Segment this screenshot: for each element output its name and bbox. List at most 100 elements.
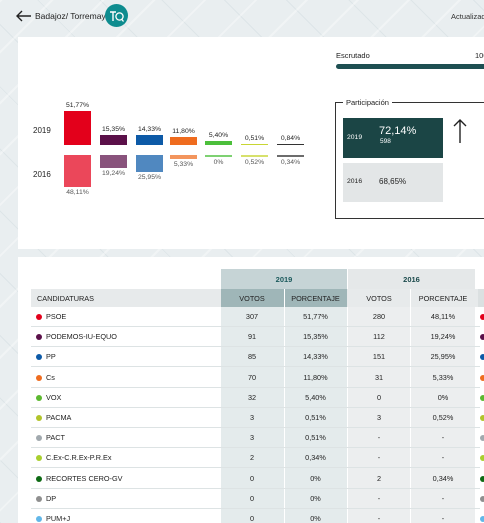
col-candidaturas: CANDIDATURAS: [37, 294, 95, 303]
party-color-dot: [36, 415, 42, 421]
bar-2016: [64, 155, 91, 188]
table-row[interactable]: PP 85 14,33% 151 25,95%: [31, 347, 480, 368]
party-color-dot: [480, 354, 484, 361]
percent-2016: 25,95%: [430, 352, 456, 362]
bar-2019-label: 5,40%: [208, 132, 229, 140]
bar-2019: [277, 143, 304, 145]
participacion-title: Participación: [343, 98, 392, 107]
percent-2016: -: [441, 453, 445, 463]
percent-2019: 0%: [310, 473, 321, 483]
bar-2019: [205, 141, 232, 145]
table-row[interactable]: VOX 32 5,40% 0 0%: [31, 388, 480, 408]
party-color-dot: [480, 394, 484, 401]
party-name: DP: [46, 493, 57, 503]
votes-2019: 2: [249, 453, 255, 463]
col-porcentaje-2019: PORCENTAJE: [291, 294, 340, 303]
bar-2019: [100, 134, 127, 145]
party-name: VOX: [46, 392, 62, 402]
participacion-2019-pct: 72,14%: [379, 125, 417, 137]
party-color-dot: [36, 374, 42, 381]
bar-2019: [64, 111, 91, 145]
party-color-dot: [480, 374, 484, 381]
party-color-dot: [480, 314, 484, 320]
party-name: C.Ex-C.R.Ex-P.R.Ex: [46, 453, 112, 463]
bar-2016-label: 5,33%: [173, 160, 194, 168]
escrutado-value: 100: [475, 51, 484, 60]
year-2019-label: 2019: [33, 126, 51, 135]
arrow-left-icon: [16, 10, 31, 22]
col-porcentaje-2016: PORCENTAJE: [418, 294, 468, 303]
bar-2016: [100, 155, 127, 168]
logo-icon: [105, 4, 128, 27]
party-color-dot: [480, 334, 484, 341]
table-row[interactable]: RECORTES CERO-GV 0 0% 2 0,34%: [31, 469, 480, 489]
votes-2019: 3: [249, 433, 255, 443]
participacion-2016-pct: 68,65%: [379, 177, 407, 186]
percent-2016: -: [441, 514, 445, 523]
bar-2016-label: 0,52%: [244, 158, 265, 166]
table-row[interactable]: Cs 70 11,80% 31 5,33%: [31, 368, 480, 388]
party-color-dot: [36, 314, 42, 320]
next-column-edge: [478, 289, 484, 307]
participacion-2019: 2019 72,14% 598: [343, 118, 443, 158]
updated-label: Actualizado: [451, 12, 484, 21]
party-name: Cs: [46, 372, 55, 382]
party-color-dot: [480, 415, 484, 421]
breadcrumb: Badajoz/ Torremayor: [35, 11, 114, 21]
arrow-up-icon: [453, 119, 467, 143]
table-row[interactable]: C.Ex-C.R.Ex-P.R.Ex 2 0,34% - -: [31, 448, 480, 469]
bar-2019-label: 0,51%: [244, 134, 265, 142]
votes-2016: 31: [374, 372, 384, 382]
table-year-2016: 2016: [403, 275, 420, 284]
table-row[interactable]: PODEMOS-IU-EQUO 91 15,35% 112 19,24%: [31, 327, 480, 348]
votes-2019: 91: [247, 332, 257, 342]
votes-2016: 0: [376, 392, 382, 402]
party-color-dot: [36, 354, 42, 361]
percent-2019: 0,51%: [305, 433, 326, 443]
votes-2019: 32: [247, 392, 257, 402]
votes-2019: 307: [245, 312, 259, 321]
party-color-dot: [36, 475, 42, 482]
percent-2016: -: [441, 493, 445, 503]
bar-2019: [136, 135, 163, 145]
bar-2019-label: 51,77%: [65, 102, 90, 109]
party-color-dot: [36, 455, 42, 462]
percent-2016: 0,52%: [432, 413, 454, 422]
participacion-2019-votes: 598: [380, 138, 391, 145]
party-name: PACMA: [46, 413, 72, 422]
table-year-2019: 2019: [275, 275, 293, 284]
table-row[interactable]: PUM+J 0 0% - -: [31, 509, 480, 523]
party-name: PUM+J: [46, 514, 71, 523]
percent-2019: 0,34%: [305, 453, 326, 463]
votes-2016: 280: [372, 312, 386, 321]
votes-2016: -: [377, 514, 381, 523]
year-2016-label: 2016: [33, 170, 51, 179]
party-name: PSOE: [46, 312, 67, 321]
table-row[interactable]: PACT 3 0,51% - -: [31, 428, 480, 449]
table-row[interactable]: DP 0 0% - -: [31, 489, 480, 509]
votes-2019: 0: [249, 493, 255, 503]
bar-2016-label: 0%: [213, 158, 224, 166]
table-row[interactable]: PACMA 3 0,51% 3 0,52%: [31, 408, 480, 428]
percent-2016: 5,33%: [432, 372, 454, 382]
votes-2019: 85: [247, 352, 257, 362]
back-link[interactable]: Badajoz/ Torremayor: [16, 10, 113, 22]
percent-2019: 11,80%: [303, 372, 328, 382]
bar-2016-label: 0,34%: [280, 158, 301, 166]
table-row[interactable]: PSOE 307 51,77% 280 48,11%: [31, 307, 480, 327]
party-color-dot: [480, 475, 484, 482]
bar-2016: [277, 155, 304, 157]
bar-2016-label: 48,11%: [66, 189, 89, 197]
votes-2016: -: [377, 453, 381, 463]
party-name: PP: [46, 352, 56, 362]
votes-2016: 151: [372, 352, 386, 362]
percent-2016: 0%: [437, 392, 449, 402]
percent-2016: -: [441, 433, 445, 443]
escrutado-progress-bar: [336, 64, 484, 69]
escrutado-label: Escrutado: [336, 51, 370, 60]
votes-2016: -: [377, 433, 381, 443]
bar-2019-label: 0,84%: [280, 134, 301, 142]
party-color-dot: [36, 334, 42, 341]
bar-2016: [170, 155, 197, 159]
bar-2019: [241, 143, 268, 145]
